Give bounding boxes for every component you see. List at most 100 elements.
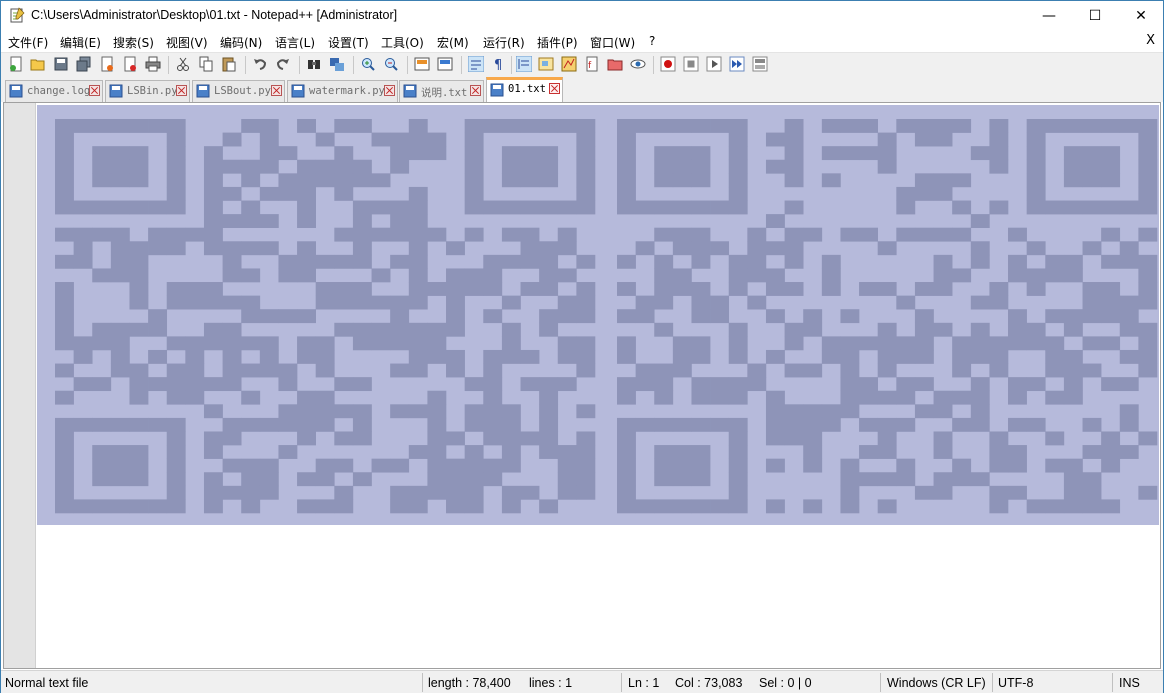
menu-bar: 文件(F) 编辑(E) 搜索(S) 视图(V) 编码(N) 语言(L) 设置(T…: [1, 31, 1163, 52]
tab-close-icon[interactable]: [271, 85, 282, 96]
menu-run[interactable]: 运行(R): [483, 34, 525, 51]
sync-vertical-icon[interactable]: [414, 56, 430, 72]
status-bar: Normal text file length : 78,400 lines :…: [1, 670, 1163, 693]
status-divider: [422, 673, 423, 692]
toolbar-separator: [299, 56, 300, 74]
toolbar-separator: [353, 56, 354, 74]
replace-icon[interactable]: [329, 56, 345, 72]
tab-close-icon[interactable]: [470, 85, 481, 96]
doc-map-icon[interactable]: [538, 56, 554, 72]
menu-edit[interactable]: 编辑(E): [60, 34, 101, 51]
function-list-icon[interactable]: [561, 56, 577, 72]
word-wrap-icon[interactable]: [468, 56, 484, 72]
svg-text:¶: ¶: [494, 58, 502, 72]
zoom-in-icon[interactable]: [360, 56, 376, 72]
show-all-chars-icon[interactable]: ¶: [491, 56, 507, 72]
folder-as-workspace-icon[interactable]: [607, 56, 623, 72]
status-insert-mode: INS: [1119, 676, 1140, 690]
tab-bar: change.log LSBin.py LSBout.py watermark.…: [1, 76, 1163, 102]
status-lines: lines : 1: [529, 676, 573, 690]
close-icon[interactable]: [99, 56, 115, 72]
saved-file-icon: [109, 84, 123, 98]
menu-help[interactable]: ?: [649, 34, 655, 48]
maximize-button[interactable]: ☐: [1072, 1, 1118, 31]
tab-label: 说明.txt: [421, 87, 468, 99]
tab-label: change.log: [27, 85, 91, 97]
toolbar-separator: [407, 56, 408, 74]
menu-encoding[interactable]: 编码(N): [220, 34, 262, 51]
close-document-button[interactable]: X: [1146, 33, 1155, 48]
title-bar: C:\Users\Administrator\Desktop\01.txt - …: [1, 1, 1163, 31]
minimize-button[interactable]: —: [1026, 1, 1072, 31]
tab-change-log[interactable]: change.log: [5, 80, 103, 102]
open-file-icon[interactable]: [30, 56, 46, 72]
redo-icon[interactable]: [275, 56, 291, 72]
tab-label: watermark.py: [309, 85, 385, 97]
status-divider: [1112, 673, 1113, 692]
toolbar-separator: [511, 56, 512, 74]
playback-icon[interactable]: [706, 56, 722, 72]
paste-icon[interactable]: [221, 56, 237, 72]
line-number-gutter: [4, 103, 36, 668]
new-file-icon[interactable]: [8, 56, 24, 72]
menu-file[interactable]: 文件(F): [8, 34, 48, 51]
start-recording-icon[interactable]: [660, 56, 676, 72]
sync-horizontal-icon[interactable]: [437, 56, 453, 72]
status-divider: [880, 673, 881, 692]
menu-window[interactable]: 窗口(W): [590, 34, 635, 51]
tab-close-icon[interactable]: [549, 83, 560, 94]
save-all-icon[interactable]: [76, 56, 92, 72]
toolbar-separator: [653, 56, 654, 74]
stop-recording-icon[interactable]: [683, 56, 699, 72]
notepad-window: C:\Users\Administrator\Desktop\01.txt - …: [0, 0, 1164, 693]
status-col: Col : 73,083: [675, 676, 743, 690]
menu-language[interactable]: 语言(L): [275, 34, 315, 51]
copy-icon[interactable]: [198, 56, 214, 72]
toolbar-separator: [245, 56, 246, 74]
close-all-icon[interactable]: [122, 56, 138, 72]
find-icon[interactable]: [306, 56, 322, 72]
tab-label: 01.txt: [508, 83, 546, 95]
toolbar: ¶ f: [1, 52, 1163, 76]
editor-pane[interactable]: [3, 102, 1161, 669]
close-window-button[interactable]: ✕: [1118, 1, 1164, 31]
status-length: length : 78,400: [428, 676, 511, 690]
save-icon[interactable]: [53, 56, 69, 72]
menu-macro[interactable]: 宏(M): [437, 34, 469, 51]
save-macro-icon[interactable]: [752, 56, 768, 72]
status-divider: [992, 673, 993, 692]
saved-file-icon: [9, 84, 23, 98]
run-macro-multiple-icon[interactable]: [729, 56, 745, 72]
status-divider: [621, 673, 622, 692]
binary-text-pattern: [37, 105, 1159, 525]
status-eol: Windows (CR LF): [887, 676, 986, 690]
tab-readme[interactable]: 说明.txt: [399, 80, 484, 102]
tab-close-icon[interactable]: [384, 85, 395, 96]
tab-lsbout[interactable]: LSBout.py: [192, 80, 285, 102]
tab-watermark[interactable]: watermark.py: [287, 80, 398, 102]
text-area[interactable]: [37, 103, 1160, 668]
menu-tools[interactable]: 工具(O): [381, 34, 424, 51]
folder-workspace-icon[interactable]: f: [584, 56, 600, 72]
status-sel: Sel : 0 | 0: [759, 676, 812, 690]
status-ln: Ln : 1: [628, 676, 660, 690]
zoom-out-icon[interactable]: [383, 56, 399, 72]
undo-icon[interactable]: [252, 56, 268, 72]
menu-settings[interactable]: 设置(T): [328, 34, 369, 51]
menu-view[interactable]: 视图(V): [166, 34, 208, 51]
tab-label: LSBout.py: [214, 85, 271, 97]
monitoring-icon[interactable]: [630, 56, 646, 72]
indent-guide-icon[interactable]: [516, 56, 532, 72]
tab-close-icon[interactable]: [176, 85, 187, 96]
tab-label: LSBin.py: [127, 85, 178, 97]
saved-file-icon: [490, 83, 504, 97]
tab-lsbin[interactable]: LSBin.py: [105, 80, 190, 102]
saved-file-icon: [196, 84, 210, 98]
cut-icon[interactable]: [175, 56, 191, 72]
menu-search[interactable]: 搜索(S): [113, 34, 154, 51]
menu-plugins[interactable]: 插件(P): [537, 34, 578, 51]
notepad-app-icon: [10, 7, 25, 23]
tab-close-icon[interactable]: [89, 85, 100, 96]
print-icon[interactable]: [145, 56, 161, 72]
tab-01-txt[interactable]: 01.txt: [486, 77, 563, 102]
